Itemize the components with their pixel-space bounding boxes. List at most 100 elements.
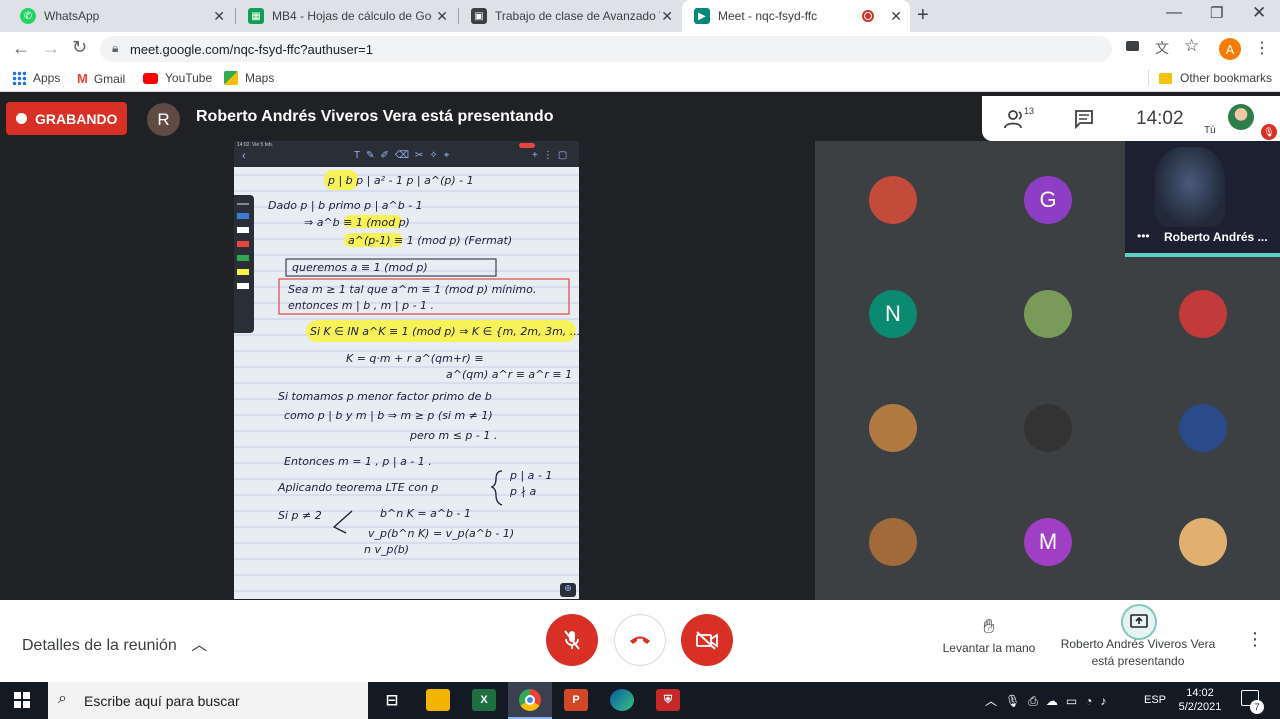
self-video-tile[interactable]: ••• Roberto Andrés ... [1125, 141, 1280, 257]
leave-call-button[interactable] [614, 614, 666, 666]
self-tile-name: Roberto Andrés ... [1164, 230, 1268, 244]
tab-whatsapp[interactable]: ✆ WhatsApp ✕ [8, 0, 233, 32]
mic-toggle-button[interactable] [546, 614, 598, 666]
present-now-button[interactable] [1121, 604, 1157, 640]
taskbar-search[interactable]: ⌕ Escribe aquí para buscar [48, 682, 368, 719]
search-icon: ⌕ [58, 690, 67, 707]
notes-line: b^n K = a^b - 1 [380, 507, 471, 520]
meeting-clock: 14:02 [1136, 108, 1184, 129]
profile-avatar[interactable]: A [1219, 38, 1241, 60]
notes-line: Si tomamos p menor factor primo de b [278, 390, 492, 403]
chat-button[interactable] [1074, 109, 1094, 134]
translate-icon[interactable]: 文 [1155, 38, 1169, 58]
notes-line: queremos a ≡ 1 (mod p) [292, 261, 428, 274]
folder-icon [1159, 72, 1172, 84]
input-language[interactable]: ESP [1144, 694, 1166, 706]
notes-line: Aplicando teorema LTE con p [277, 481, 438, 494]
notes-line: v_p(b^n K) = v_p(a^b - 1) [368, 527, 514, 540]
camera-off-icon [696, 631, 718, 650]
back-button[interactable]: ← [12, 38, 30, 59]
maximize-button[interactable]: ❐ [1210, 4, 1223, 22]
lock-icon: 🔒︎ [112, 41, 119, 55]
notes-line: ⇒ a^b ≡ 1 (mod p) [304, 216, 410, 229]
task-view-icon[interactable]: ⊟ [380, 689, 404, 711]
participant-tile[interactable] [1024, 290, 1072, 338]
forward-button[interactable]: → [42, 38, 60, 59]
presenting-status: Roberto Andrés Viveros Vera está present… [1060, 637, 1216, 668]
hand-icon: ✋︎ [983, 616, 995, 638]
close-tab-icon[interactable]: ✕ [213, 8, 225, 25]
maps-icon [224, 71, 238, 85]
bookmark-apps[interactable]: Apps [12, 71, 60, 85]
participant-tile[interactable]: G [1024, 176, 1072, 224]
tab-classroom[interactable]: ▣ Trabajo de clase de Avanzado Ve ✕ [459, 0, 681, 32]
participant-tile[interactable] [1179, 404, 1227, 452]
add-page-icon[interactable]: +⋮▢ [532, 150, 572, 161]
notes-line: n v_p(b) [364, 543, 409, 556]
notes-line: Si p ≠ 2 [278, 509, 322, 522]
notifications-count: 7 [1250, 700, 1264, 714]
camera-toggle-button[interactable] [681, 614, 733, 666]
raise-hand-button[interactable]: ✋︎ Levantar la mano [938, 616, 1040, 655]
tray-icons[interactable]: ︿🎙︎⎙☁▭◔♪ [985, 692, 1114, 709]
pen-color-palette[interactable] [234, 195, 254, 333]
camera-icon[interactable] [1126, 41, 1139, 51]
bookmark-youtube[interactable]: YouTube [143, 71, 212, 85]
recording-dot-icon [16, 113, 27, 124]
bookmark-gmail[interactable]: M Gmail [77, 71, 125, 86]
participant-tile[interactable]: M [1024, 518, 1072, 566]
presenter-avatar: R [147, 103, 180, 136]
address-bar[interactable]: 🔒︎ meet.google.com/nqc-fsyd-ffc?authuser… [100, 36, 1112, 62]
pen-tools-icon[interactable]: T✎✐⌫✂✧⌖ [354, 150, 455, 161]
security-app-icon[interactable]: ⛨ [656, 689, 680, 711]
more-options-icon[interactable]: ⋮ [1246, 629, 1264, 650]
close-tab-icon[interactable]: ✕ [890, 8, 902, 25]
participant-tile[interactable] [1179, 290, 1227, 338]
other-bookmarks[interactable]: Other bookmarks [1159, 71, 1272, 85]
notes-line: Entonces m = 1 , p | a - 1 . [284, 455, 432, 468]
whatsapp-icon: ✆ [20, 8, 36, 24]
file-explorer-icon[interactable] [426, 689, 450, 711]
back-chevron-icon[interactable]: ‹ [242, 150, 246, 162]
notes-line: p ∤ a [509, 485, 536, 498]
participant-tile[interactable] [1024, 404, 1072, 452]
tab-meet[interactable]: ▶ Meet - nqc-fsyd-ffc ✕ [682, 0, 910, 32]
meeting-details-button[interactable]: Detalles de la reunión ︿ [22, 631, 207, 655]
url-text: meet.google.com/nqc-fsyd-ffc?authuser=1 [130, 41, 373, 57]
participant-tile[interactable] [869, 518, 917, 566]
bookmark-star-icon[interactable]: ☆ [1184, 36, 1199, 56]
reload-button[interactable]: ↻ [72, 37, 87, 58]
sheets-icon: ▦ [248, 8, 264, 24]
excel-icon[interactable]: X [472, 689, 496, 711]
edge-icon[interactable] [610, 689, 634, 711]
powerpoint-icon[interactable]: P [564, 689, 588, 711]
tab-sheets[interactable]: ▦ MB4 - Hojas de cálculo de Googl ✕ [236, 0, 456, 32]
participant-tile[interactable] [869, 404, 917, 452]
notes-line: p | b p | a² - 1 p | a^(p) - 1 [327, 174, 474, 187]
notes-line: pero m ≤ p - 1 . [409, 429, 497, 442]
youtube-icon [143, 72, 158, 84]
presenting-title: Roberto Andrés Viveros Vera está present… [196, 108, 554, 125]
close-tab-icon[interactable]: ✕ [436, 8, 448, 25]
notes-line: a^(qm) a^r ≡ a^r ≡ 1 [446, 368, 572, 381]
handwritten-notes: p | b p | a² - 1 p | a^(p) - 1 Dado p | … [234, 170, 579, 592]
zoom-icon[interactable]: ⊕ [560, 583, 576, 597]
bookmark-maps[interactable]: Maps [224, 71, 274, 85]
participant-tile[interactable] [1179, 518, 1227, 566]
new-tab-button[interactable]: + [917, 4, 929, 27]
chrome-icon [519, 689, 541, 711]
mic-off-icon [564, 630, 580, 650]
participant-count: 13 [1024, 106, 1035, 116]
taskbar-clock[interactable]: 14:02 5/2/2021 [1176, 686, 1224, 714]
participant-tile[interactable] [869, 176, 917, 224]
self-label: Tú [1204, 125, 1216, 136]
notes-line: a^(p-1) ≡ 1 (mod p) (Fermat) [348, 234, 512, 247]
windows-start-button[interactable] [14, 692, 30, 708]
menu-kebab-icon[interactable]: ⋮ [1254, 38, 1270, 58]
notes-line: p | a - 1 [509, 469, 552, 482]
participant-tile[interactable]: N [869, 290, 917, 338]
close-window-button[interactable]: ✕ [1252, 3, 1266, 23]
minimize-button[interactable]: — [1166, 4, 1182, 22]
close-tab-icon[interactable]: ✕ [661, 8, 673, 25]
notes-line: K = q·m + r a^(qm+r) ≡ [346, 352, 484, 365]
